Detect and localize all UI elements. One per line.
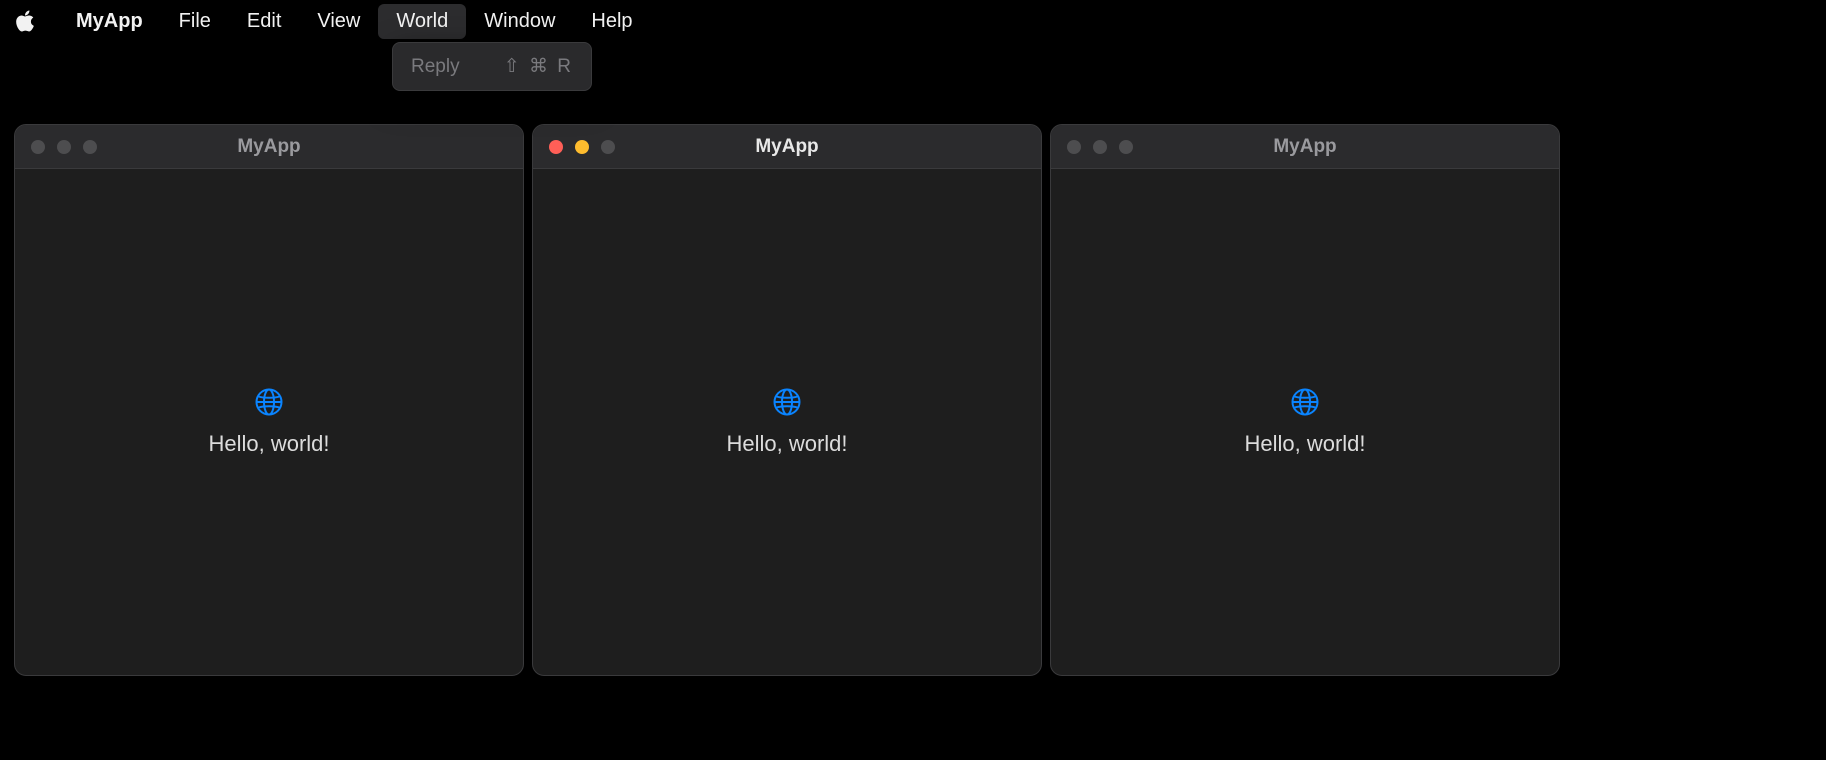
window-zoom-button[interactable] xyxy=(83,140,97,154)
window-content: Hello, world! xyxy=(533,169,1041,675)
window-close-button[interactable] xyxy=(1067,140,1081,154)
menu-world[interactable]: World xyxy=(378,4,466,39)
hello-world-text: Hello, world! xyxy=(726,431,847,457)
window-minimize-button[interactable] xyxy=(57,140,71,154)
window-titlebar[interactable]: MyApp xyxy=(533,125,1041,169)
traffic-lights xyxy=(1067,140,1133,154)
window-zoom-button[interactable] xyxy=(1119,140,1133,154)
menu-view[interactable]: View xyxy=(299,4,378,39)
app-window[interactable]: MyApp Hello, world! xyxy=(1050,124,1560,676)
menu-world-dropdown: Reply ⇧ ⌘ R xyxy=(392,42,592,91)
traffic-lights xyxy=(31,140,97,154)
traffic-lights xyxy=(549,140,615,154)
menu-file[interactable]: File xyxy=(161,4,229,39)
menu-app-name[interactable]: MyApp xyxy=(58,4,161,39)
globe-icon xyxy=(1290,387,1320,417)
menu-item-reply[interactable]: Reply ⇧ ⌘ R xyxy=(399,49,585,84)
app-window[interactable]: MyApp Hello, world! xyxy=(532,124,1042,676)
window-zoom-button[interactable] xyxy=(601,140,615,154)
menubar: MyApp File Edit View World Window Help xyxy=(0,0,1826,42)
apple-logo-icon[interactable] xyxy=(14,10,36,32)
app-window[interactable]: MyApp Hello, world! xyxy=(14,124,524,676)
menu-help[interactable]: Help xyxy=(573,4,650,39)
window-close-button[interactable] xyxy=(549,140,563,154)
globe-icon xyxy=(772,387,802,417)
menu-edit[interactable]: Edit xyxy=(229,4,299,39)
window-minimize-button[interactable] xyxy=(575,140,589,154)
window-content: Hello, world! xyxy=(1051,169,1559,675)
window-close-button[interactable] xyxy=(31,140,45,154)
menu-item-shortcut: ⇧ ⌘ R xyxy=(504,55,573,78)
window-titlebar[interactable]: MyApp xyxy=(15,125,523,169)
hello-world-text: Hello, world! xyxy=(1244,431,1365,457)
hello-world-text: Hello, world! xyxy=(208,431,329,457)
window-content: Hello, world! xyxy=(15,169,523,675)
window-titlebar[interactable]: MyApp xyxy=(1051,125,1559,169)
menu-window[interactable]: Window xyxy=(466,4,573,39)
menu-item-label: Reply xyxy=(411,56,460,78)
window-minimize-button[interactable] xyxy=(1093,140,1107,154)
globe-icon xyxy=(254,387,284,417)
